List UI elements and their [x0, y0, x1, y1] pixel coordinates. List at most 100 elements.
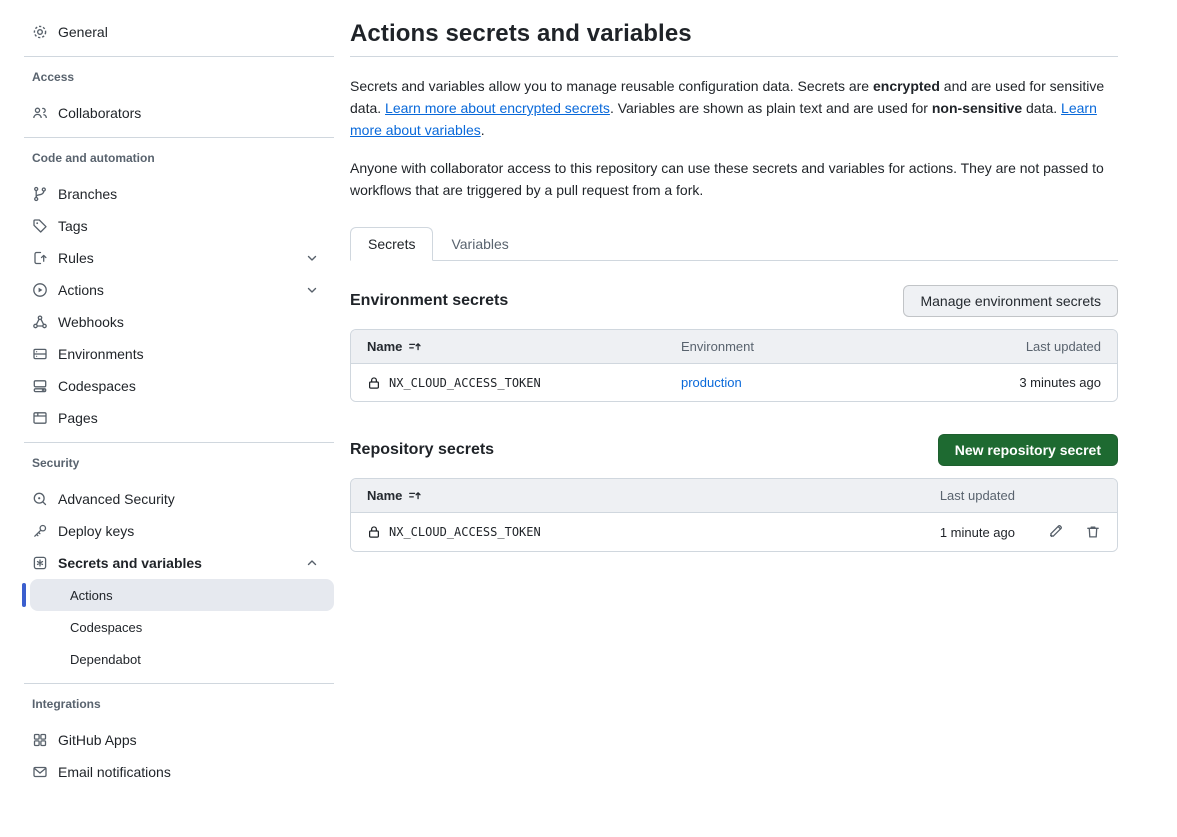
chevron-up-icon[interactable] — [306, 557, 318, 569]
sidebar-item-tags[interactable]: Tags — [24, 210, 334, 242]
sidebar-item-label: Rules — [58, 250, 94, 266]
sidebar-item-label: Collaborators — [58, 105, 141, 121]
sidebar-subitem-label: Actions — [70, 588, 113, 603]
intro-text: data. — [1022, 100, 1061, 116]
collaborator-access-paragraph: Anyone with collaborator access to this … — [350, 157, 1118, 201]
sidebar-item-secrets-and-variables[interactable]: Secrets and variables — [24, 547, 334, 579]
sidebar-item-rules[interactable]: Rules — [24, 242, 334, 274]
repository-secrets-table-header: Name Last updated — [351, 479, 1117, 512]
manage-environment-secrets-button[interactable]: Manage environment secrets — [903, 285, 1118, 317]
environment-cell: production — [681, 375, 1019, 390]
sidebar-item-pages[interactable]: Pages — [24, 402, 334, 434]
browser-icon — [32, 410, 48, 426]
column-header-last-updated: Last updated — [1026, 339, 1101, 354]
sidebar-item-label: GitHub Apps — [58, 732, 137, 748]
settings-page: General Access Collaborators Code and au… — [0, 0, 1177, 788]
sidebar-item-label: Environments — [58, 346, 144, 362]
server-icon — [32, 346, 48, 362]
key-icon — [32, 523, 48, 539]
sort-ascending-icon — [408, 489, 422, 503]
environment-secrets-header: Environment secrets Manage environment s… — [350, 285, 1118, 317]
sidebar-item-label: Tags — [58, 218, 88, 234]
rules-icon — [32, 250, 48, 266]
secrets-variables-tabs: Secrets Variables — [350, 227, 1118, 261]
link-learn-more-encrypted-secrets[interactable]: Learn more about encrypted secrets — [385, 100, 610, 116]
column-header-name[interactable]: Name — [367, 488, 895, 503]
divider — [24, 442, 334, 443]
git-branch-icon — [32, 186, 48, 202]
column-header-environment: Environment — [681, 339, 1026, 354]
sidebar-item-deploy-keys[interactable]: Deploy keys — [24, 515, 334, 547]
table-row: NX_CLOUD_ACCESS_TOKEN 1 minute ago — [351, 512, 1117, 551]
divider — [24, 137, 334, 138]
repository-secrets-table: Name Last updated — [350, 478, 1118, 552]
new-repository-secret-button[interactable]: New repository secret — [938, 434, 1118, 466]
sidebar-subitem-label: Dependabot — [70, 652, 141, 667]
environment-secrets-table-header: Name Environment Last updated — [351, 330, 1117, 363]
tab-variables[interactable]: Variables — [433, 227, 526, 261]
sidebar-item-advanced-security[interactable]: Advanced Security — [24, 483, 334, 515]
sidebar-item-label: Branches — [58, 186, 117, 202]
secret-name-cell: NX_CLOUD_ACCESS_TOKEN — [367, 376, 681, 390]
sidebar-section-title-access: Access — [24, 69, 334, 85]
chevron-down-icon[interactable] — [306, 252, 318, 264]
row-actions — [1015, 524, 1101, 540]
sidebar-section-title-security: Security — [24, 455, 334, 471]
sidebar-subitem-label: Codespaces — [70, 620, 142, 635]
sidebar-item-label: General — [58, 24, 108, 40]
sidebar-item-general[interactable]: General — [24, 16, 334, 48]
sidebar-item-label: Webhooks — [58, 314, 124, 330]
repository-secrets-header: Repository secrets New repository secret — [350, 434, 1118, 466]
sidebar-subitem-dependabot[interactable]: Dependabot — [30, 643, 334, 675]
environment-secrets-table: Name Environment Last updated — [350, 329, 1118, 402]
webhook-icon — [32, 314, 48, 330]
secret-name: NX_CLOUD_ACCESS_TOKEN — [389, 525, 541, 539]
main-content: Actions secrets and variables Secrets an… — [350, 0, 1118, 788]
sidebar-item-label: Secrets and variables — [58, 555, 202, 571]
page-title: Actions secrets and variables — [350, 20, 1118, 48]
sidebar-item-label: Codespaces — [58, 378, 136, 394]
sidebar-item-actions[interactable]: Actions — [24, 274, 334, 306]
intro-text: Secrets and variables allow you to manag… — [350, 78, 873, 94]
environment-secrets-heading: Environment secrets — [350, 292, 508, 310]
sidebar-subitem-actions[interactable]: Actions — [30, 579, 334, 611]
last-updated-cell: 1 minute ago — [895, 525, 1015, 540]
environment-link[interactable]: production — [681, 375, 742, 390]
repository-secrets-heading: Repository secrets — [350, 441, 494, 459]
sidebar-item-webhooks[interactable]: Webhooks — [24, 306, 334, 338]
asterisk-box-icon — [32, 555, 48, 571]
sidebar-item-environments[interactable]: Environments — [24, 338, 334, 370]
lock-icon — [367, 525, 381, 539]
sidebar-item-codespaces[interactable]: Codespaces — [24, 370, 334, 402]
sidebar-subitem-codespaces[interactable]: Codespaces — [30, 611, 334, 643]
sort-ascending-icon — [408, 340, 422, 354]
intro-paragraph: Secrets and variables allow you to manag… — [350, 75, 1118, 141]
column-header-name[interactable]: Name — [367, 339, 681, 354]
sidebar-item-label: Advanced Security — [58, 491, 175, 507]
last-updated-cell: 3 minutes ago — [1019, 375, 1101, 390]
edit-pencil-icon[interactable] — [1048, 524, 1064, 540]
table-row: NX_CLOUD_ACCESS_TOKEN production 3 minut… — [351, 363, 1117, 401]
apps-grid-icon — [32, 732, 48, 748]
delete-trash-icon[interactable] — [1085, 524, 1101, 540]
secret-name-cell: NX_CLOUD_ACCESS_TOKEN — [367, 525, 895, 539]
divider — [350, 56, 1118, 57]
sidebar-item-email-notifications[interactable]: Email notifications — [24, 756, 334, 788]
codespaces-icon — [32, 378, 48, 394]
codescan-icon — [32, 491, 48, 507]
play-icon — [32, 282, 48, 298]
intro-bold-non-sensitive: non-sensitive — [932, 100, 1022, 116]
tab-secrets[interactable]: Secrets — [350, 227, 433, 261]
sidebar-item-branches[interactable]: Branches — [24, 178, 334, 210]
sidebar-item-label: Email notifications — [58, 764, 171, 780]
sidebar-item-collaborators[interactable]: Collaborators — [24, 97, 334, 129]
lock-icon — [367, 376, 381, 390]
column-header-last-updated: Last updated — [895, 488, 1015, 503]
sidebar-item-label: Deploy keys — [58, 523, 134, 539]
sidebar-section-title-integrations: Integrations — [24, 696, 334, 712]
sidebar-section-title-code-automation: Code and automation — [24, 150, 334, 166]
chevron-down-icon[interactable] — [306, 284, 318, 296]
settings-sidebar: General Access Collaborators Code and au… — [0, 0, 335, 788]
sidebar-item-github-apps[interactable]: GitHub Apps — [24, 724, 334, 756]
intro-text: . — [481, 122, 485, 138]
